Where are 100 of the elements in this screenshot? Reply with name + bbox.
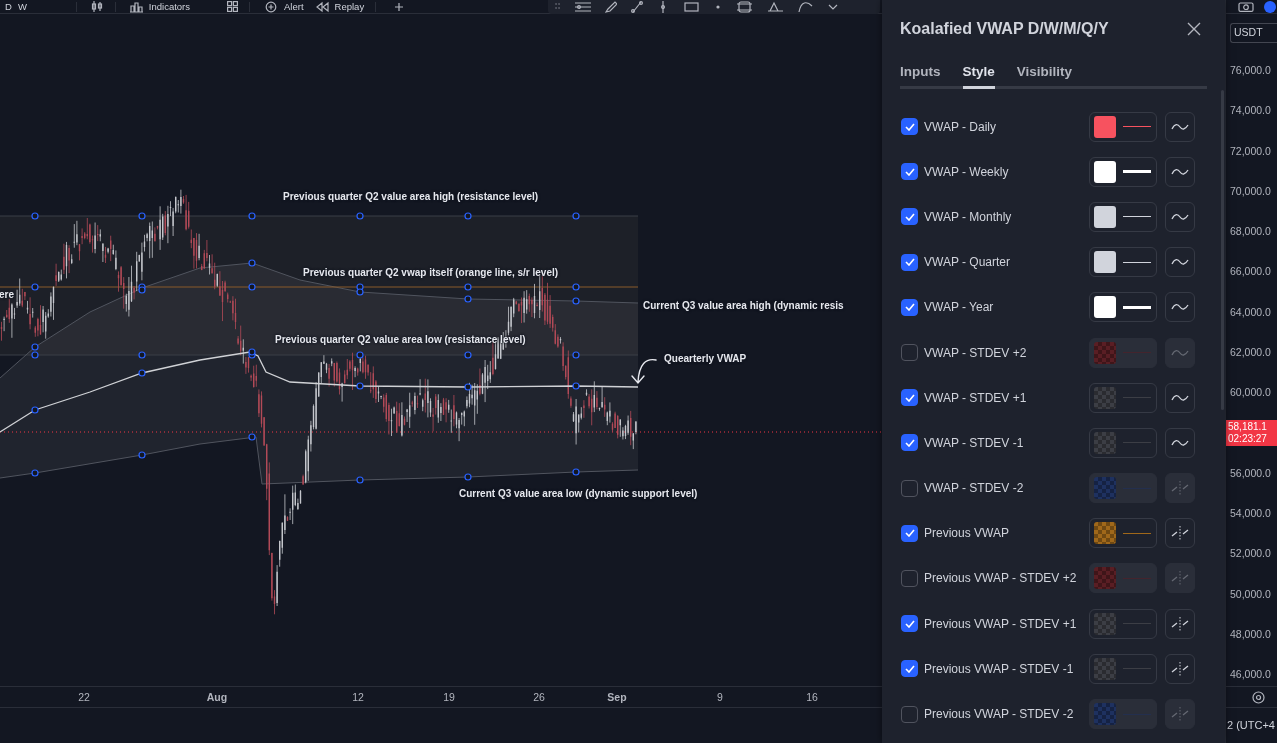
checkbox[interactable] (901, 434, 918, 452)
plot-style-button[interactable] (1165, 111, 1195, 142)
grid-icon[interactable] (227, 1, 239, 12)
rectangle-icon[interactable] (683, 0, 700, 13)
price-label: 64,000.0 (1229, 304, 1271, 320)
setting-label: Previous VWAP - STDEV -2 (924, 706, 1075, 724)
checkmark-icon (904, 393, 915, 402)
setting-label: VWAP - Monthly (924, 208, 1013, 226)
indicators-button[interactable]: Indicators (126, 0, 194, 13)
color-button[interactable] (1089, 473, 1157, 504)
plus-icon[interactable] (394, 1, 405, 12)
setting-label: VWAP - STDEV +1 (924, 389, 1028, 407)
plot-style-button[interactable] (1165, 518, 1195, 549)
checkmark-icon (904, 438, 915, 447)
settings-icon[interactable] (1252, 690, 1265, 704)
price-label: 46,000.0 (1229, 667, 1271, 683)
setting-label: VWAP - STDEV -1 (924, 434, 1025, 452)
close-icon[interactable] (1187, 22, 1201, 36)
setting-label: Previous VWAP - STDEV -1 (924, 660, 1075, 678)
color-button[interactable] (1089, 292, 1157, 323)
checkbox[interactable] (901, 569, 918, 587)
setting-label: VWAP - STDEV -2 (924, 480, 1025, 498)
checkbox[interactable] (901, 479, 918, 497)
triangle-icon[interactable] (767, 0, 784, 13)
color-button[interactable] (1089, 608, 1157, 639)
banded-rectangle-icon[interactable] (736, 0, 753, 13)
plot-style-button[interactable] (1165, 247, 1195, 278)
checkbox[interactable] (901, 298, 918, 316)
color-button[interactable] (1089, 156, 1157, 187)
color-button[interactable] (1089, 382, 1157, 413)
setting-label: VWAP - Daily (924, 118, 997, 136)
plot-style-button[interactable] (1165, 201, 1195, 232)
time-label: 19 (443, 690, 455, 705)
color-button[interactable] (1089, 201, 1157, 232)
price-label: 52,000.0 (1229, 546, 1271, 562)
time-label: 12 (352, 690, 364, 705)
price-label: 62,000.0 (1229, 345, 1271, 360)
interval-button[interactable]: D (4, 0, 13, 13)
time-label: Sep (607, 690, 627, 705)
rewind-icon (315, 0, 329, 13)
setting-label: VWAP - STDEV +2 (924, 344, 1028, 362)
price-label: 74,000.0 (1229, 103, 1271, 119)
color-button[interactable] (1089, 337, 1157, 368)
color-button[interactable] (1089, 518, 1157, 549)
horizontal-lines-icon[interactable] (575, 0, 591, 13)
curve-icon[interactable] (798, 0, 813, 13)
candlestick-icon[interactable] (90, 1, 103, 12)
color-button[interactable] (1089, 111, 1157, 142)
checkmark-icon (904, 529, 915, 538)
checkbox[interactable] (901, 389, 918, 407)
checkbox[interactable] (901, 118, 918, 136)
checkmark-icon (904, 258, 915, 267)
checkbox[interactable] (901, 253, 918, 271)
checkbox[interactable] (901, 524, 918, 542)
timezone-button[interactable]: 2 (UTC+4 (1226, 717, 1275, 734)
bar-chart-icon (129, 0, 143, 13)
color-button[interactable] (1089, 653, 1157, 684)
plot-style-button[interactable] (1165, 427, 1195, 458)
checkmark-icon (904, 664, 915, 673)
alert-button[interactable]: Alert (262, 0, 307, 13)
checkbox[interactable] (901, 344, 918, 362)
checkbox[interactable] (901, 615, 918, 633)
plot-style-button[interactable] (1165, 156, 1195, 187)
color-button[interactable] (1089, 247, 1157, 278)
tab[interactable]: Visibility (1016, 64, 1073, 89)
interval-button[interactable]: W (16, 0, 28, 13)
plus-circle-icon (265, 0, 279, 13)
plot-style-button[interactable] (1165, 653, 1195, 684)
setting-label: Previous VWAP - STDEV +2 (924, 570, 1078, 588)
dialog-title: Koalafied VWAP D/W/M/Q/Y (900, 19, 1109, 39)
circle-icon[interactable] (1264, 0, 1276, 13)
checkbox[interactable] (901, 705, 918, 723)
trend-line-icon[interactable] (631, 0, 643, 13)
tab[interactable]: Style (962, 64, 995, 89)
time-label: 16 (806, 690, 818, 705)
color-button[interactable] (1089, 427, 1157, 458)
price-label: 48,000.0 (1229, 626, 1271, 642)
setting-label: VWAP - Year (924, 299, 995, 317)
camera-icon[interactable] (1238, 1, 1254, 12)
checkmark-icon (904, 212, 915, 221)
plot-style-button[interactable] (1165, 382, 1195, 413)
checkmark-icon (904, 167, 915, 176)
time-label: 9 (717, 690, 723, 705)
checkbox[interactable] (901, 163, 918, 181)
time-label: Aug (206, 690, 228, 705)
price-label: 60,000.0 (1229, 385, 1271, 401)
color-button[interactable] (1089, 563, 1157, 594)
plot-style-button[interactable] (1165, 608, 1195, 639)
tab[interactable]: Inputs (900, 64, 941, 89)
currency-dropdown[interactable]: USDT (1230, 23, 1277, 43)
price-label: 56,000.0 (1229, 465, 1271, 481)
replay-button[interactable]: Replay (312, 0, 368, 13)
price-label: 50,000.0 (1229, 586, 1271, 602)
checkbox[interactable] (901, 208, 918, 226)
color-button[interactable] (1089, 699, 1157, 730)
pencil-icon[interactable] (605, 0, 617, 13)
price-label: 76,000.0 (1229, 63, 1271, 79)
plot-style-button[interactable] (1165, 292, 1195, 323)
time-label: 22 (78, 690, 90, 705)
checkbox[interactable] (901, 660, 918, 678)
